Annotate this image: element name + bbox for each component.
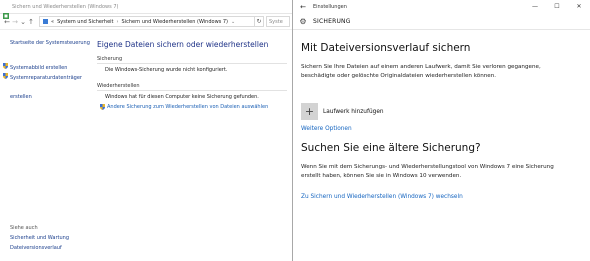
backup-section-label: Sicherung [97, 56, 123, 62]
more-options-link[interactable]: Weitere Optionen [301, 126, 352, 132]
close-icon[interactable]: ✕ [568, 3, 590, 10]
search-placeholder: Syste [269, 18, 283, 25]
older-backup-heading: Suchen Sie eine ältere Sicherung? [301, 142, 481, 154]
link-file-history[interactable]: Dateiversionsverlauf [10, 245, 62, 251]
page-title: Eigene Dateien sichern oder wiederherste… [97, 40, 269, 49]
control-panel-window: Sichern und Wiederherstellen (Windows 7)… [0, 0, 294, 261]
add-drive-button[interactable]: + Laufwerk hinzufügen [301, 103, 384, 120]
backup-status-text: Die Windows-Sicherung wurde nicht konfig… [105, 67, 228, 73]
cp-titlebar: Sichern und Wiederherstellen (Windows 7) [0, 0, 293, 19]
back-arrow-icon[interactable]: ← [3, 18, 11, 26]
breadcrumb-dropdown-icon[interactable]: ⌄ [231, 19, 235, 25]
add-drive-label: Laufwerk hinzufügen [323, 108, 384, 115]
minimize-icon[interactable]: — [524, 3, 546, 10]
up-arrow-icon[interactable]: ↑ [27, 18, 35, 26]
restore-status-text: Windows hat für diesen Computer keine Si… [105, 94, 259, 100]
select-other-backup-label: Andere Sicherung zum Wiederherstellen vo… [107, 104, 269, 110]
breadcrumb-item-backup[interactable]: Sichern und Wiederherstellen (Windows 7) [122, 19, 228, 25]
gear-icon: ⚙ [299, 16, 307, 26]
forward-arrow-icon[interactable]: → [11, 18, 19, 26]
see-also-heading: Siehe auch [10, 225, 38, 231]
plus-icon: + [301, 103, 318, 120]
settings-window-title: Einstellungen [313, 3, 347, 10]
shield-icon [3, 64, 8, 79]
settings-window: ← Einstellungen — ☐ ✕ ⚙ SICHERUNG Mit Da… [292, 0, 590, 261]
older-backup-description: Wenn Sie mit dem Sicherungs- und Wiederh… [301, 164, 554, 179]
breadcrumb[interactable]: « System und Sicherheit › Sichern und Wi… [39, 16, 255, 27]
settings-titlebar: ← Einstellungen — ☐ ✕ [293, 0, 590, 13]
select-other-backup-link[interactable]: Andere Sicherung zum Wiederherstellen vo… [100, 104, 269, 110]
backup-app-icon [3, 4, 9, 19]
win7-backup-link[interactable]: Zu Sichern und Wiederherstellen (Windows… [301, 194, 463, 200]
file-history-heading: Mit Dateiversionsverlauf sichern [301, 42, 471, 54]
section-title: SICHERUNG [313, 17, 351, 25]
sidebar-item-label: Systemreparaturdatenträger erstellen [10, 75, 82, 100]
refresh-icon[interactable]: ↻ [255, 16, 264, 27]
divider [97, 90, 287, 91]
sidebar-item-home[interactable]: Startseite der Systemsteuerung [10, 40, 90, 46]
cp-window-title: Sichern und Wiederherstellen (Windows 7) [12, 3, 119, 10]
restore-section-label: Wiederherstellen [97, 83, 140, 89]
link-security-maintenance[interactable]: Sicherheit und Wartung [10, 235, 69, 241]
search-input[interactable]: Syste [266, 16, 290, 27]
breadcrumb-root[interactable]: « [51, 19, 54, 25]
shield-icon [3, 54, 8, 69]
cp-main: Eigene Dateien sichern oder wiederherste… [97, 32, 293, 261]
breadcrumb-separator-icon: › [116, 18, 119, 25]
chevron-down-icon[interactable]: ⌄ [19, 18, 27, 26]
shield-icon [100, 104, 105, 110]
breadcrumb-item-system[interactable]: System und Sicherheit [57, 19, 113, 25]
cp-sidebar: Startseite der Systemsteuerung Systemabb… [0, 32, 90, 261]
back-arrow-icon[interactable]: ← [293, 3, 313, 11]
maximize-icon[interactable]: ☐ [546, 3, 568, 10]
divider [97, 63, 287, 64]
sidebar-item-repair-disc[interactable]: Systemreparaturdatenträger erstellen [3, 64, 86, 102]
settings-section-header: ⚙ SICHERUNG [293, 13, 590, 30]
cp-addressbar: ← → ⌄ ↑ « System und Sicherheit › Sicher… [0, 14, 293, 30]
control-panel-icon [43, 19, 48, 24]
file-history-description: Sichern Sie Ihre Dateien auf einem ander… [301, 64, 541, 79]
